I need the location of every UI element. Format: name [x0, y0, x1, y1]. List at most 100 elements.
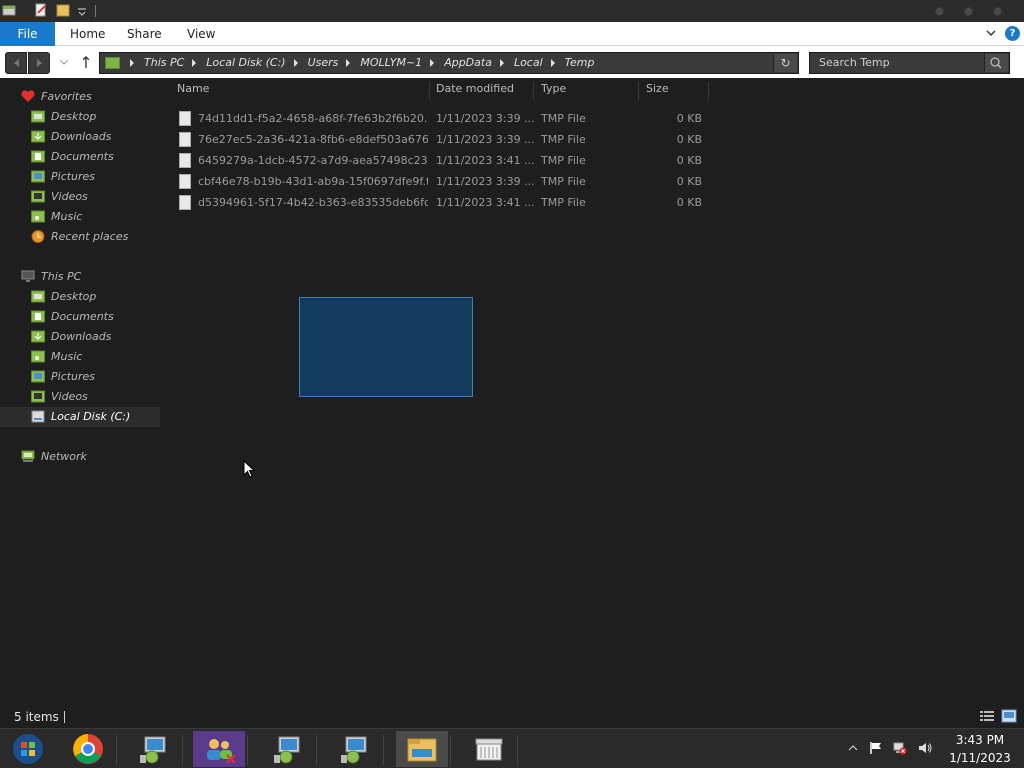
sidebar-item-pc-desktop[interactable]: Desktop — [0, 287, 160, 307]
sidebar-item-label: Pictures — [51, 170, 96, 183]
taskbar: 3:43 PM 1/11/2023 — [0, 728, 1024, 768]
sidebar-section-label: This PC — [41, 270, 82, 283]
tab-file[interactable]: File — [0, 22, 55, 46]
sidebar-item-fav-downloads[interactable]: Downloads — [0, 127, 160, 147]
start-button[interactable] — [2, 731, 54, 767]
sidebar-item-pc-pictures[interactable]: Pictures — [0, 367, 160, 387]
close-button[interactable] — [993, 7, 1002, 16]
column-header-type[interactable]: Type — [541, 82, 566, 98]
column-divider[interactable] — [708, 82, 709, 100]
taskbar-divider — [316, 735, 317, 765]
taskbar-divider — [383, 735, 384, 765]
column-divider[interactable] — [429, 82, 430, 100]
table-row[interactable]: 6459279a-1dcb-4572-a7d9-aea57498c238... … — [175, 151, 715, 171]
sidebar-item-fav-pictures[interactable]: Pictures — [0, 167, 160, 187]
breadcrumb-chevron-icon[interactable] — [130, 59, 134, 67]
up-button[interactable]: ↑ — [77, 52, 95, 74]
search-input[interactable]: Search Temp — [809, 52, 1010, 74]
sidebar-item-pc-downloads[interactable]: Downloads — [0, 327, 160, 347]
breadcrumb-chevron-icon[interactable] — [499, 59, 504, 67]
properties-icon[interactable] — [34, 3, 48, 17]
action-center-flag-icon[interactable] — [869, 741, 883, 755]
sidebar-item-fav-music[interactable]: Music — [0, 207, 160, 227]
address-bar[interactable]: This PC Local Disk (C:) Users MOLLYM~1 A… — [99, 52, 799, 74]
sidebar-item-fav-documents[interactable]: Documents — [0, 147, 160, 167]
maximize-button[interactable] — [964, 7, 973, 16]
table-row[interactable]: 74d11dd1-f5a2-4658-a68f-7fe63b2f6b20.t..… — [175, 109, 715, 129]
column-header-size[interactable]: Size — [646, 82, 669, 98]
taskbar-network-setup[interactable] — [128, 731, 183, 767]
sidebar-item-pc-documents[interactable]: Documents — [0, 307, 160, 327]
show-hidden-icons-icon[interactable] — [846, 741, 860, 755]
breadcrumb-local[interactable]: Local — [514, 53, 543, 73]
breadcrumb-chevron-icon[interactable] — [346, 59, 351, 67]
breadcrumb-this-pc[interactable]: This PC — [144, 53, 184, 73]
sidebar-item-recent-places[interactable]: Recent places — [0, 227, 160, 247]
column-divider[interactable] — [533, 82, 534, 100]
column-header-name[interactable]: Name — [177, 82, 209, 98]
network-disconnected-icon[interactable] — [893, 741, 907, 755]
status-divider — [64, 711, 65, 723]
new-folder-icon[interactable] — [56, 3, 70, 17]
tab-home[interactable]: Home — [70, 22, 105, 46]
customize-toolbar-chevron-icon[interactable] — [75, 5, 89, 19]
desktop-folder-icon — [31, 290, 45, 303]
search-placeholder: Search Temp — [819, 56, 890, 69]
refresh-button[interactable]: ↻ — [773, 54, 797, 72]
forward-button[interactable] — [28, 52, 50, 74]
tab-share[interactable]: Share — [127, 22, 162, 46]
search-icon — [990, 57, 1002, 69]
ribbon-tabs: File Home Share View ? — [0, 22, 1024, 46]
clock-date[interactable]: 1/11/2023 — [945, 751, 1015, 765]
sidebar-item-pc-music[interactable]: Music — [0, 347, 160, 367]
minimize-button[interactable] — [935, 7, 944, 16]
sidebar-item-label: Music — [51, 350, 83, 363]
file-date: 1/11/2023 3:41 ... — [436, 196, 535, 209]
search-button[interactable] — [984, 54, 1008, 72]
taskbar-file-explorer[interactable] — [396, 731, 451, 767]
taskbar-users-app[interactable] — [193, 731, 248, 767]
expand-ribbon-chevron-icon[interactable] — [986, 28, 996, 38]
taskbar-network-setup-2[interactable] — [262, 731, 317, 767]
breadcrumb-chevron-icon[interactable] — [430, 59, 435, 67]
column-header-date-modified[interactable]: Date modified — [436, 82, 514, 98]
sidebar-network[interactable]: Network — [0, 447, 160, 467]
breadcrumb-temp[interactable]: Temp — [565, 53, 595, 73]
table-row[interactable]: 76e27ec5-2a36-421a-8fb6-e8def503a676....… — [175, 130, 715, 150]
table-row[interactable]: d5394961-5f17-4b42-b363-e83535deb6fc....… — [175, 193, 715, 213]
table-row[interactable]: cbf46e78-b19b-43d1-ab9a-15f0697dfe9f.t..… — [175, 172, 715, 192]
volume-icon[interactable] — [918, 741, 932, 755]
file-icon — [179, 153, 191, 168]
sidebar-item-fav-desktop[interactable]: Desktop — [0, 107, 160, 127]
breadcrumb-chevron-icon[interactable] — [192, 59, 197, 67]
pictures-folder-icon — [31, 370, 45, 383]
tab-view[interactable]: View — [187, 22, 215, 46]
sidebar-this-pc[interactable]: This PC — [0, 267, 160, 287]
chrome-icon — [73, 734, 103, 764]
breadcrumb-appdata[interactable]: AppData — [444, 53, 492, 73]
breadcrumb: This PC Local Disk (C:) Users MOLLYM~1 A… — [130, 53, 594, 73]
sidebar-item-fav-videos[interactable]: Videos — [0, 187, 160, 207]
file-type: TMP File — [541, 112, 586, 125]
desktop-folder-icon — [31, 110, 45, 123]
clock-time[interactable]: 3:43 PM — [950, 733, 1010, 747]
taskbar-chrome[interactable] — [62, 731, 117, 767]
breadcrumb-chevron-icon[interactable] — [293, 59, 298, 67]
folder-icon — [105, 57, 120, 69]
breadcrumb-users[interactable]: Users — [308, 53, 339, 73]
details-view-icon[interactable] — [979, 709, 995, 723]
taskbar-archive-app[interactable] — [463, 731, 518, 767]
sidebar-item-pc-videos[interactable]: Videos — [0, 387, 160, 407]
sidebar-favorites[interactable]: Favorites — [0, 87, 160, 107]
sidebar-item-local-disk[interactable]: Local Disk (C:) — [0, 407, 160, 427]
breadcrumb-local-disk[interactable]: Local Disk (C:) — [206, 53, 285, 73]
back-button[interactable] — [5, 52, 27, 74]
large-icons-view-icon[interactable] — [1001, 709, 1017, 723]
taskbar-network-setup-3[interactable] — [329, 731, 384, 767]
column-divider[interactable] — [638, 82, 639, 100]
breadcrumb-chevron-icon[interactable] — [550, 59, 555, 67]
recent-locations-chevron-icon[interactable] — [60, 60, 68, 65]
heart-icon — [21, 90, 35, 102]
help-button[interactable]: ? — [1005, 26, 1020, 41]
breadcrumb-user-folder[interactable]: MOLLYM~1 — [360, 53, 422, 73]
